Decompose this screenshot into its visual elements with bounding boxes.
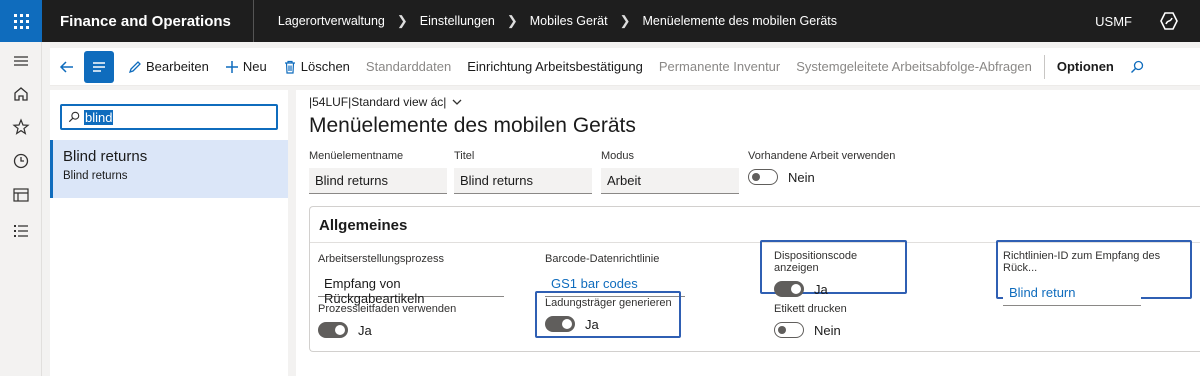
title-label: Titel bbox=[454, 150, 475, 162]
back-button[interactable] bbox=[50, 50, 84, 84]
breadcrumb-item[interactable]: Mobiles Gerät bbox=[530, 14, 608, 28]
use-existing-work-value: Nein bbox=[788, 169, 815, 185]
use-process-guide-field: Prozessleitfaden verwenden Ja bbox=[318, 303, 504, 338]
search-icon bbox=[1130, 60, 1144, 73]
breadcrumb-item[interactable]: Lagerortverwaltung bbox=[278, 14, 385, 28]
toggle-switch-on bbox=[318, 322, 348, 338]
print-label-toggle[interactable]: Nein bbox=[774, 322, 904, 338]
list-item-title: Blind returns bbox=[63, 148, 148, 165]
divider bbox=[1043, 54, 1045, 79]
breadcrumb: Lagerortverwaltung ❯ Einstellungen ❯ Mob… bbox=[254, 13, 837, 29]
app-launcher-button[interactable] bbox=[0, 0, 42, 42]
options-tab[interactable]: Optionen bbox=[1049, 48, 1122, 86]
company-picker[interactable]: USMF bbox=[1095, 0, 1132, 42]
list-icon[interactable] bbox=[12, 222, 30, 240]
edit-button-label: Bearbeiten bbox=[146, 59, 209, 74]
generate-license-plate-value: Ja bbox=[585, 316, 599, 332]
perpetual-inventory-button[interactable]: Permanente Inventur bbox=[651, 48, 788, 86]
filter-search-input[interactable]: blind bbox=[84, 109, 114, 125]
list-toggle-button[interactable] bbox=[84, 50, 114, 83]
chevron-right-icon: ❯ bbox=[396, 13, 408, 28]
copilot-icon[interactable] bbox=[1158, 11, 1180, 31]
chevron-down-icon bbox=[452, 99, 462, 105]
work-creation-process-field: Arbeitserstellungsprozess Empfang von Rü… bbox=[318, 253, 504, 306]
return-policy-id-label: Richtlinien-ID zum Empfang des Rück... bbox=[1003, 250, 1161, 274]
list-item-subtitle: Blind returns bbox=[63, 170, 128, 182]
print-label-value: Nein bbox=[814, 322, 841, 338]
general-fasttab-header[interactable]: Allgemeines bbox=[319, 217, 407, 234]
title-field: Titel Blind returns bbox=[454, 150, 592, 194]
return-policy-id-input[interactable]: Blind return bbox=[1003, 280, 1141, 306]
pencil-icon bbox=[128, 60, 141, 73]
trash-icon bbox=[284, 60, 295, 74]
list-panel: blind Blind returns Blind returns bbox=[50, 90, 288, 376]
breadcrumb-item[interactable]: Einstellungen bbox=[420, 14, 495, 28]
chevron-right-icon: ❯ bbox=[506, 13, 518, 28]
mode-field: Modus Arbeit bbox=[601, 150, 739, 194]
return-policy-id-field: Richtlinien-ID zum Empfang des Rück... B… bbox=[1003, 250, 1189, 306]
use-process-guide-toggle[interactable]: Ja bbox=[318, 322, 504, 338]
new-button-label: Neu bbox=[242, 59, 267, 74]
use-existing-work-field: Vorhandene Arbeit verwenden Nein bbox=[748, 150, 948, 185]
search-action-button[interactable] bbox=[1122, 48, 1156, 86]
toggle-switch-off bbox=[748, 169, 778, 185]
clock-icon[interactable] bbox=[12, 152, 30, 170]
system-directed-queries-button[interactable]: Systemgeleitete Arbeitsabfolge-Abfragen bbox=[788, 48, 1040, 86]
menu-item-name-field: Menüelementname Blind returns bbox=[309, 150, 447, 194]
generate-license-plate-field: Ladungsträger generieren Ja bbox=[545, 297, 685, 332]
toggle-switch-on bbox=[545, 316, 575, 332]
mode-label: Modus bbox=[601, 150, 635, 162]
app-name[interactable]: Finance and Operations bbox=[42, 0, 254, 42]
toggle-switch-on bbox=[774, 281, 804, 297]
show-disposition-code-toggle[interactable]: Ja bbox=[774, 281, 904, 297]
delete-button-label: Löschen bbox=[300, 59, 350, 74]
work-confirmation-setup-button[interactable]: Einrichtung Arbeitsbestätigung bbox=[459, 48, 651, 86]
use-process-guide-label: Prozessleitfaden verwenden bbox=[318, 303, 457, 315]
use-existing-work-label: Vorhandene Arbeit verwenden bbox=[748, 150, 896, 162]
plus-icon bbox=[225, 60, 238, 73]
barcode-data-policy-label: Barcode-Datenrichtlinie bbox=[545, 253, 660, 265]
view-selector-label: |54LUF|Standard view ác| bbox=[309, 95, 447, 109]
use-existing-work-toggle[interactable]: Nein bbox=[748, 169, 948, 185]
chevron-right-icon: ❯ bbox=[619, 13, 631, 28]
show-disposition-code-value: Ja bbox=[814, 281, 828, 297]
general-fasttab: Allgemeines Arbeitserstellungsprozess Em… bbox=[309, 206, 1200, 352]
view-selector[interactable]: |54LUF|Standard view ác| bbox=[309, 95, 463, 109]
workspace-icon[interactable] bbox=[12, 186, 30, 204]
hamburger-icon[interactable] bbox=[12, 52, 30, 70]
menu-item-name-label: Menüelementname bbox=[309, 150, 404, 162]
show-disposition-code-label: Dispositionscode anzeigen bbox=[774, 250, 858, 274]
star-icon[interactable] bbox=[12, 118, 30, 136]
details-pane: |54LUF|Standard view ác| Menüelemente de… bbox=[296, 90, 1200, 376]
delete-button[interactable]: Löschen bbox=[275, 48, 358, 86]
print-label-field: Etikett drucken Nein bbox=[774, 303, 904, 338]
edit-button[interactable]: Bearbeiten bbox=[120, 48, 217, 86]
title-input[interactable]: Blind returns bbox=[454, 168, 592, 194]
top-nav-bar: Finance and Operations Lagerortverwaltun… bbox=[0, 0, 1200, 42]
menu-item-name-input[interactable]: Blind returns bbox=[309, 168, 447, 194]
use-process-guide-value: Ja bbox=[358, 322, 372, 338]
toggle-switch-off bbox=[774, 322, 804, 338]
work-creation-process-input[interactable]: Empfang von Rückgabeartikeln bbox=[318, 271, 504, 306]
waffle-icon bbox=[13, 13, 29, 29]
show-disposition-code-field: Dispositionscode anzeigen Ja bbox=[774, 250, 904, 297]
breadcrumb-item-current: Menüelemente des mobilen Geräts bbox=[642, 14, 838, 28]
action-pane: Bearbeiten Neu Löschen Standarddaten Ein… bbox=[50, 48, 1200, 86]
filter-search-box[interactable]: blind bbox=[60, 104, 278, 130]
generate-license-plate-toggle[interactable]: Ja bbox=[545, 316, 685, 332]
home-icon[interactable] bbox=[12, 85, 30, 103]
navigation-rail bbox=[0, 42, 42, 376]
defaults-button[interactable]: Standarddaten bbox=[358, 48, 459, 86]
page-title: Menüelemente des mobilen Geräts bbox=[309, 114, 636, 137]
list-item[interactable]: Blind returns Blind returns bbox=[50, 140, 288, 198]
generate-license-plate-label: Ladungsträger generieren bbox=[545, 297, 672, 309]
search-icon bbox=[68, 111, 80, 123]
work-creation-process-label: Arbeitserstellungsprozess bbox=[318, 253, 444, 265]
menu-lines-icon bbox=[93, 61, 105, 72]
print-label-label: Etikett drucken bbox=[774, 303, 847, 315]
arrow-left-icon bbox=[59, 60, 73, 73]
new-button[interactable]: Neu bbox=[217, 48, 275, 86]
mode-select[interactable]: Arbeit bbox=[601, 168, 739, 194]
